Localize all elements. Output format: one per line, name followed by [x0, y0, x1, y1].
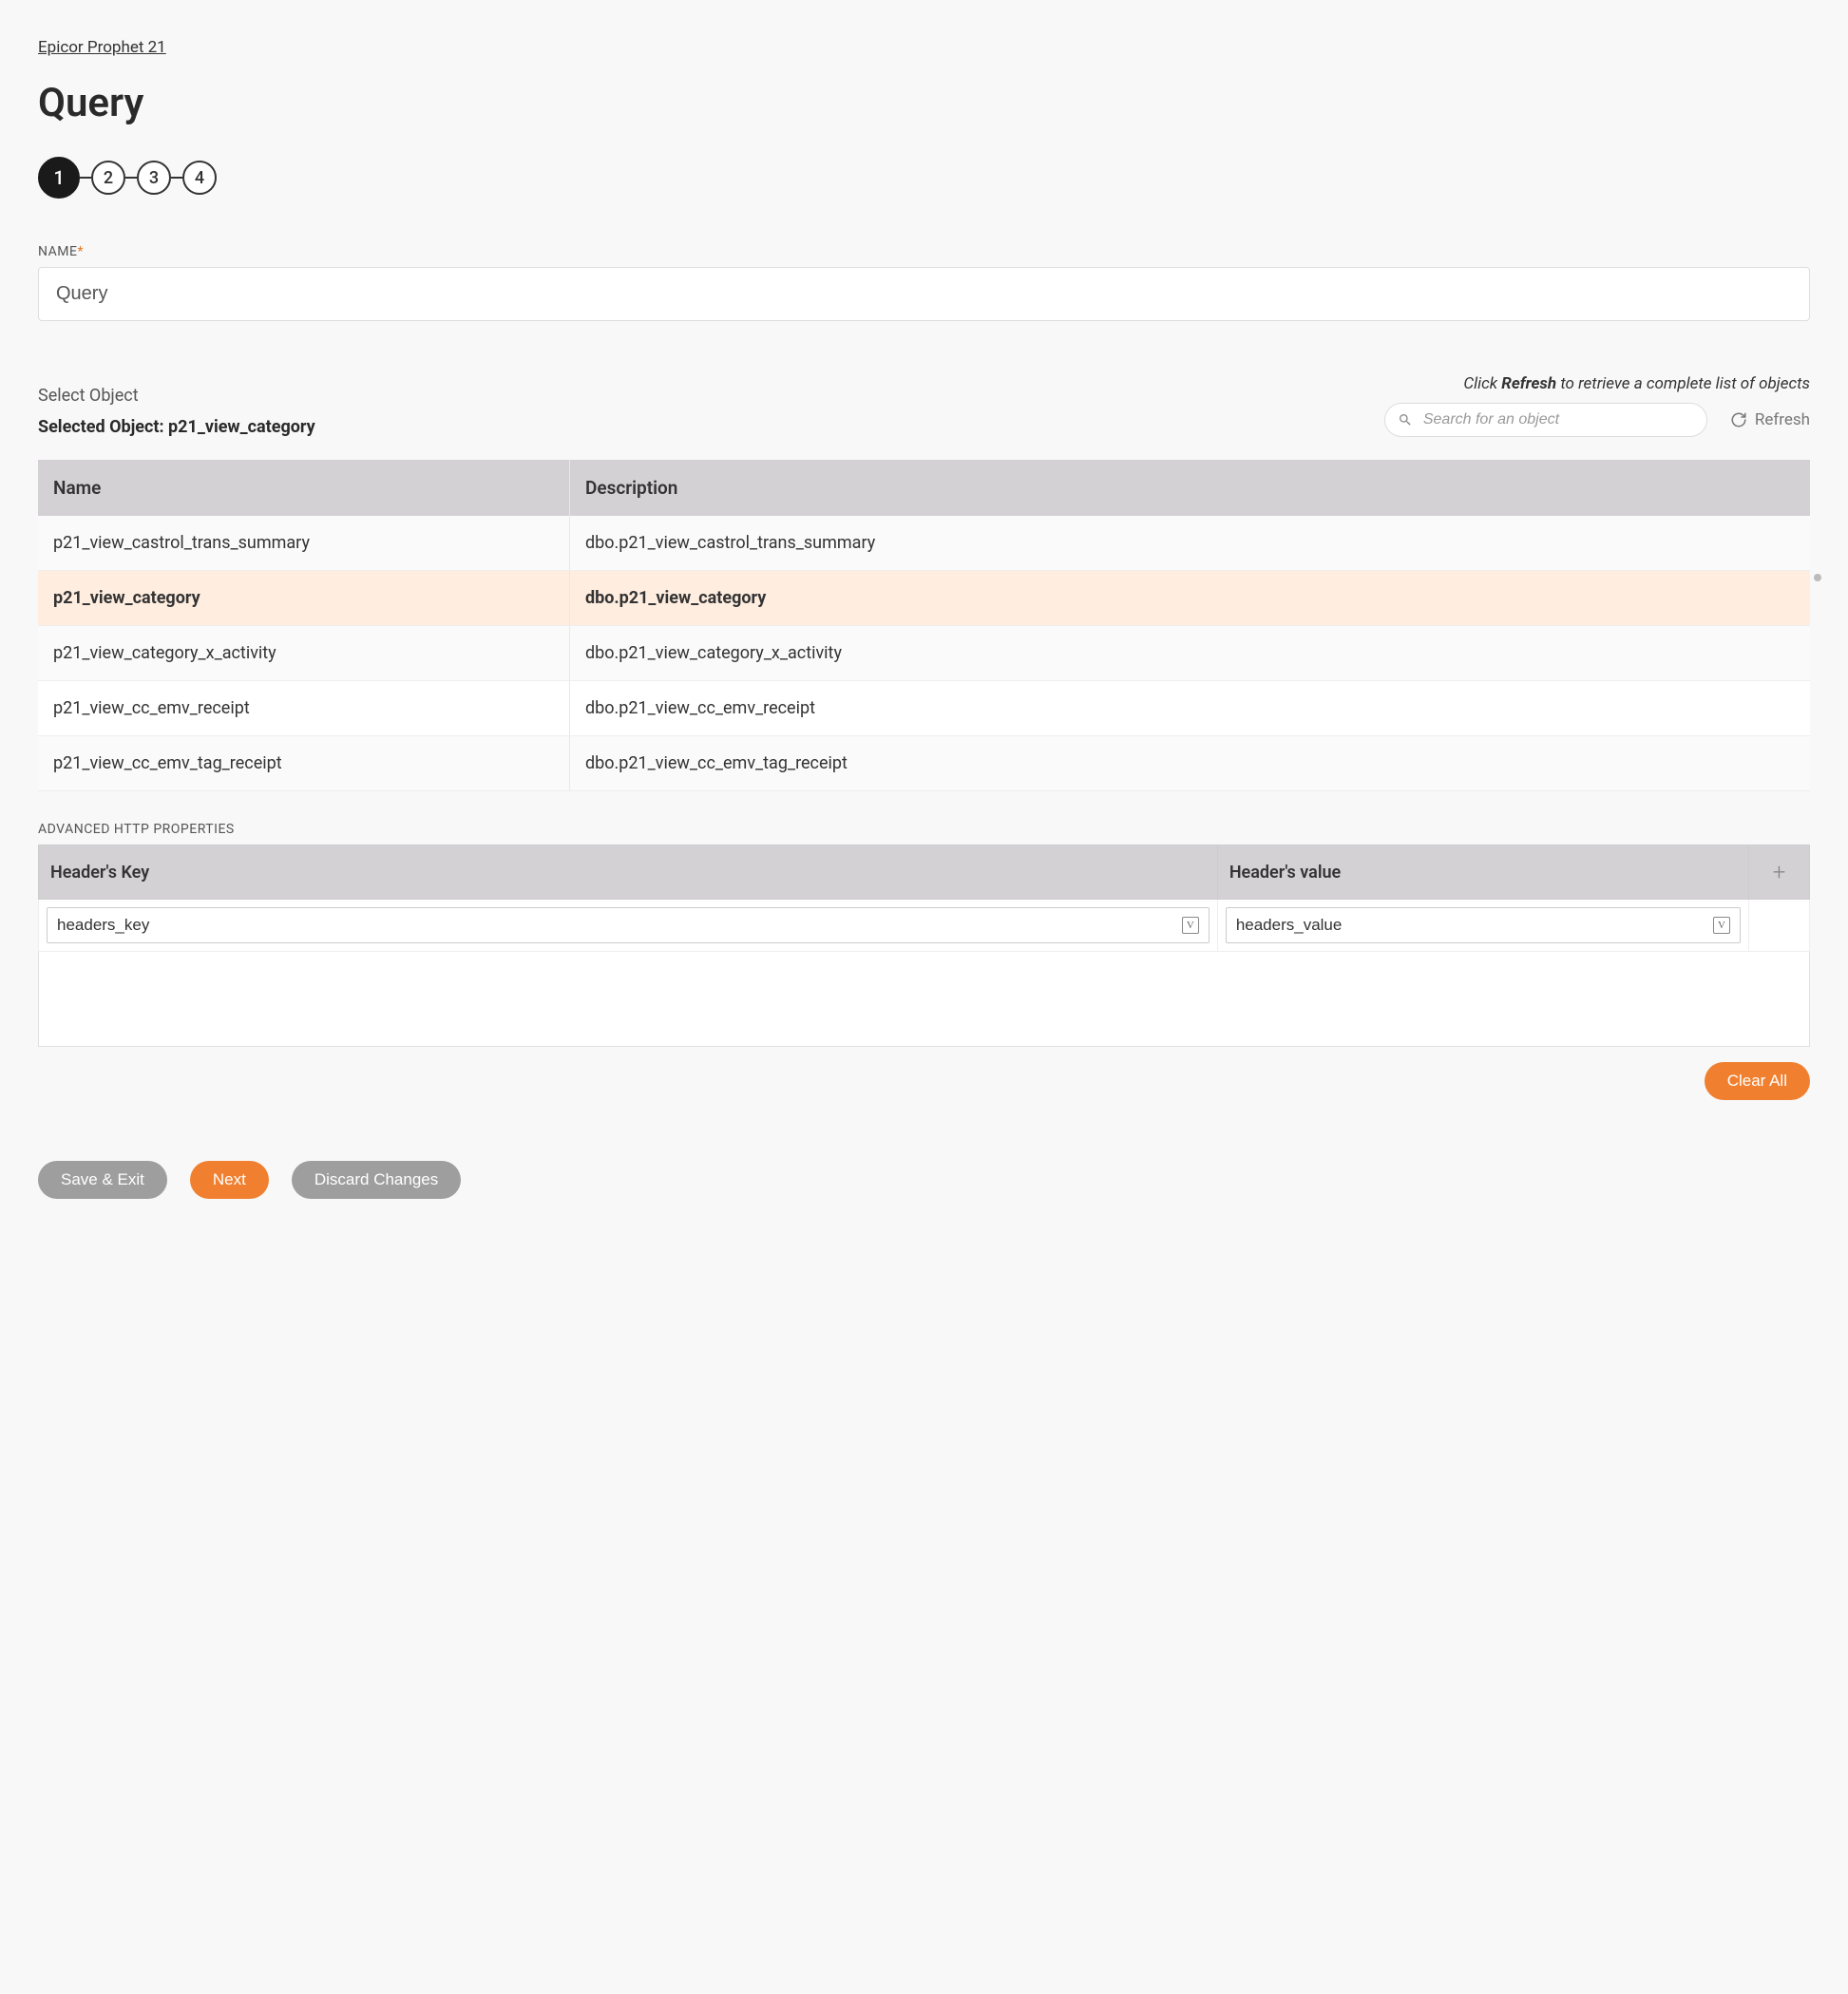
- select-object-label: Select Object: [38, 386, 315, 406]
- cell-description: dbo.p21_view_category: [570, 571, 1811, 626]
- table-row[interactable]: p21_view_cc_emv_tag_receiptdbo.p21_view_…: [38, 736, 1810, 791]
- variable-icon[interactable]: V: [1182, 917, 1199, 934]
- col-header-key: Header's Key: [39, 845, 1218, 900]
- scrollbar-thumb[interactable]: [1814, 574, 1821, 581]
- required-marker: *: [77, 244, 84, 259]
- next-button[interactable]: Next: [190, 1161, 269, 1199]
- cell-name: p21_view_cc_emv_receipt: [38, 681, 570, 736]
- step-connector: [171, 177, 182, 179]
- search-wrap: [1384, 403, 1707, 437]
- table-row[interactable]: p21_view_category_x_activitydbo.p21_view…: [38, 626, 1810, 681]
- refresh-icon: [1730, 411, 1747, 428]
- headers-table: Header's Key Header's value + V V: [38, 845, 1810, 952]
- cell-description: dbo.p21_view_category_x_activity: [570, 626, 1811, 681]
- cell-description: dbo.p21_view_castrol_trans_summary: [570, 516, 1811, 571]
- object-table-wrap: Name Description p21_view_castrol_trans_…: [38, 460, 1810, 791]
- refresh-hint: Click Refresh to retrieve a complete lis…: [353, 374, 1810, 393]
- selected-object: Selected Object: p21_view_category: [38, 417, 315, 437]
- page-title: Query: [38, 80, 1810, 126]
- step-2[interactable]: 2: [91, 161, 125, 195]
- header-value-input[interactable]: [1236, 916, 1713, 935]
- save-exit-button[interactable]: Save & Exit: [38, 1161, 167, 1199]
- cell-name: p21_view_cc_emv_tag_receipt: [38, 736, 570, 791]
- col-name[interactable]: Name: [38, 460, 570, 516]
- stepper: 1 2 3 4: [38, 157, 1810, 199]
- col-header-value: Header's value: [1217, 845, 1748, 900]
- cell-name: p21_view_category_x_activity: [38, 626, 570, 681]
- variable-icon[interactable]: V: [1713, 917, 1730, 934]
- table-row[interactable]: p21_view_cc_emv_receiptdbo.p21_view_cc_e…: [38, 681, 1810, 736]
- table-row[interactable]: p21_view_categorydbo.p21_view_category: [38, 571, 1810, 626]
- search-input[interactable]: [1384, 403, 1707, 437]
- discard-button[interactable]: Discard Changes: [292, 1161, 461, 1199]
- cell-description: dbo.p21_view_cc_emv_tag_receipt: [570, 736, 1811, 791]
- refresh-button[interactable]: Refresh: [1730, 410, 1810, 429]
- col-description[interactable]: Description: [570, 460, 1811, 516]
- table-row[interactable]: p21_view_castrol_trans_summarydbo.p21_vi…: [38, 516, 1810, 571]
- step-connector: [125, 177, 137, 179]
- headers-empty-area: [38, 952, 1810, 1047]
- search-icon: [1398, 412, 1413, 427]
- step-3[interactable]: 3: [137, 161, 171, 195]
- name-input[interactable]: [38, 267, 1810, 321]
- advanced-label: ADVANCED HTTP PROPERTIES: [38, 822, 1810, 837]
- step-connector: [80, 177, 91, 179]
- clear-all-button[interactable]: Clear All: [1705, 1062, 1810, 1100]
- header-key-input[interactable]: [57, 916, 1182, 935]
- step-4[interactable]: 4: [182, 161, 217, 195]
- step-1[interactable]: 1: [38, 157, 80, 199]
- add-header-button[interactable]: +: [1749, 845, 1810, 900]
- object-table: Name Description p21_view_castrol_trans_…: [38, 460, 1810, 791]
- cell-name: p21_view_castrol_trans_summary: [38, 516, 570, 571]
- footer-actions: Save & Exit Next Discard Changes: [38, 1161, 1810, 1199]
- cell-description: dbo.p21_view_cc_emv_receipt: [570, 681, 1811, 736]
- name-label: NAME*: [38, 244, 1810, 259]
- cell-name: p21_view_category: [38, 571, 570, 626]
- breadcrumb-link[interactable]: Epicor Prophet 21: [38, 38, 166, 57]
